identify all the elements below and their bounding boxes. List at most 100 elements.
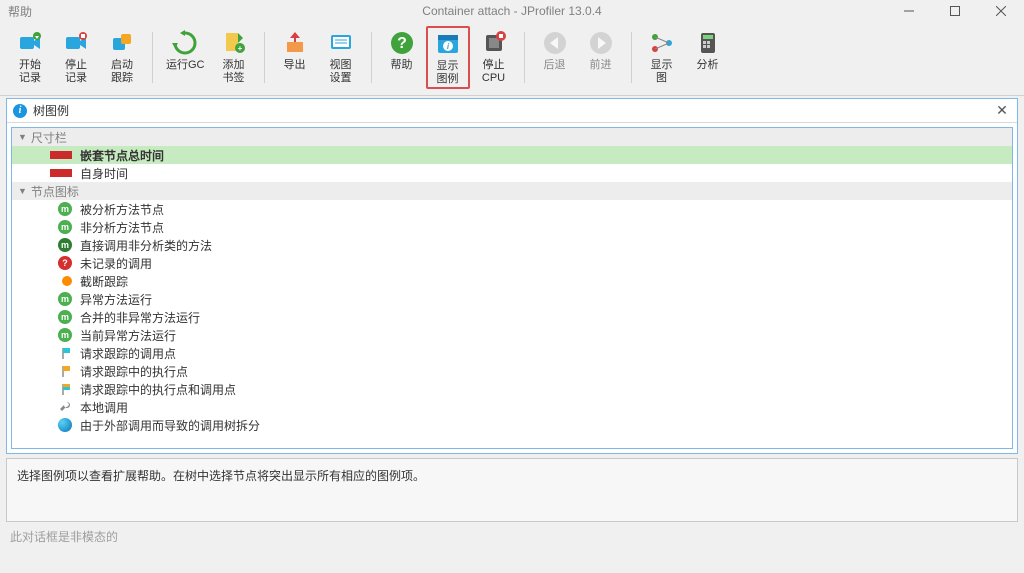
legend-panel-title: 树图例	[33, 102, 993, 119]
minimize-button[interactable]	[886, 0, 932, 22]
start-rec-button[interactable]: 开始 记录	[8, 26, 52, 89]
legend-row[interactable]: m非分析方法节点	[12, 218, 1012, 236]
m-green-icon: m	[36, 310, 80, 324]
m-green-icon: m	[36, 220, 80, 234]
legend-row[interactable]: 嵌套节点总时间	[12, 146, 1012, 164]
legend-label: 非分析方法节点	[80, 219, 164, 236]
legend-label: 自身时间	[80, 165, 128, 182]
legend-label: 请求跟踪中的执行点和调用点	[80, 381, 236, 398]
help-hint: 选择图例项以查看扩展帮助。在树中选择节点将突出显示所有相应的图例项。	[6, 458, 1018, 522]
tracker-icon	[108, 29, 136, 57]
toolbar-label: 启动 跟踪	[111, 59, 133, 84]
legend-row[interactable]: 请求跟踪中的执行点	[12, 362, 1012, 380]
legend-panel-body: ▼尺寸栏嵌套节点总时间自身时间▼节点图标m被分析方法节点m非分析方法节点m直接调…	[11, 127, 1013, 449]
bar-red-icon	[36, 169, 80, 177]
toolbar-label: 导出	[284, 59, 306, 72]
legend-row[interactable]: 本地调用	[12, 398, 1012, 416]
start-track-button[interactable]: 启动 跟踪	[100, 26, 144, 89]
legend-panel-header: i 树图例 ✕	[7, 99, 1017, 123]
status-bar: 此对话框是非模态的	[0, 526, 1024, 548]
legend-row[interactable]: m当前异常方法运行	[12, 326, 1012, 344]
show-legend-button[interactable]: i显示 图例	[426, 26, 470, 89]
toolbar-label: 分析	[697, 59, 719, 72]
legend-row[interactable]: m异常方法运行	[12, 290, 1012, 308]
dot-orange-icon	[36, 276, 80, 286]
legend-row[interactable]: 截断跟踪	[12, 272, 1012, 290]
stop-rec-button[interactable]: 停止 记录	[54, 26, 98, 89]
toolbar-separator	[371, 32, 372, 83]
legend-row[interactable]: m被分析方法节点	[12, 200, 1012, 218]
toolbar-label: 显示 图例	[437, 60, 459, 85]
export-button[interactable]: 导出	[273, 26, 317, 89]
collapse-icon: ▼	[18, 132, 27, 142]
forward-button: 前进	[579, 26, 623, 89]
legend-row[interactable]: 由于外部调用而导致的调用树拆分	[12, 416, 1012, 434]
legend-row[interactable]: ?未记录的调用	[12, 254, 1012, 272]
add-bookmark-button[interactable]: + 添加 书签	[212, 26, 256, 89]
legend-label: 请求跟踪的调用点	[80, 345, 176, 362]
window: 帮助 Container attach - JProfiler 13.0.4 开…	[0, 0, 1024, 573]
toolbar-separator	[631, 32, 632, 83]
legend-label: 异常方法运行	[80, 291, 152, 308]
toolbar-label: 前进	[590, 59, 612, 72]
flag-orange-icon	[36, 365, 80, 377]
m-green-dark-icon: m	[36, 238, 80, 252]
analyze-button[interactable]: 分析	[686, 26, 730, 89]
settings-icon	[327, 29, 355, 57]
toolbar-separator	[524, 32, 525, 83]
m-green-icon: m	[36, 292, 80, 306]
close-button[interactable]	[978, 0, 1024, 22]
info-win-icon: i	[434, 30, 462, 58]
show-graph-button[interactable]: 显示 图	[640, 26, 684, 89]
toolbar-label: 添加 书签	[223, 59, 245, 84]
run-gc-button[interactable]: 运行GC	[161, 26, 210, 89]
back-button: 后退	[533, 26, 577, 89]
legend-label: 当前异常方法运行	[80, 327, 176, 344]
toolbar-label: 显示 图	[651, 59, 673, 84]
legend-close-button[interactable]: ✕	[993, 102, 1011, 119]
legend-panel: i 树图例 ✕ ▼尺寸栏嵌套节点总时间自身时间▼节点图标m被分析方法节点m非分析…	[6, 98, 1018, 454]
legend-label: 未记录的调用	[80, 255, 152, 272]
stop-cpu-button[interactable]: 停止 CPU	[472, 26, 516, 89]
arrow-right-icon	[587, 29, 615, 57]
legend-label: 由于外部调用而导致的调用树拆分	[80, 417, 260, 434]
cpu-icon	[480, 29, 508, 57]
section-title: 尺寸栏	[31, 129, 67, 146]
section-header[interactable]: ▼ 尺寸栏	[12, 128, 1012, 146]
legend-label: 请求跟踪中的执行点	[80, 363, 188, 380]
legend-label: 被分析方法节点	[80, 201, 164, 218]
help-icon: ?	[388, 29, 416, 57]
toolbar-label: 运行GC	[166, 59, 205, 72]
menu-help[interactable]: 帮助	[8, 3, 32, 20]
legend-row[interactable]: m合并的非异常方法运行	[12, 308, 1012, 326]
svg-text:+: +	[237, 44, 242, 53]
recycle-icon	[171, 29, 199, 57]
cam-green-icon	[16, 29, 44, 57]
arrow-left-icon	[541, 29, 569, 57]
legend-row[interactable]: 自身时间	[12, 164, 1012, 182]
q-red-icon: ?	[36, 256, 80, 270]
toolbar-label: 停止 记录	[65, 59, 87, 84]
toolbar-label: 后退	[544, 59, 566, 72]
calc-icon	[694, 29, 722, 57]
legend-row[interactable]: 请求跟踪中的执行点和调用点	[12, 380, 1012, 398]
m-green-icon: m	[36, 202, 80, 216]
section-header[interactable]: ▼节点图标	[12, 182, 1012, 200]
graph-icon	[648, 29, 676, 57]
globe-icon	[36, 418, 80, 432]
toolbar-label: 视图 设置	[330, 59, 352, 84]
view-settings-button[interactable]: 视图 设置	[319, 26, 363, 89]
legend-label: 合并的非异常方法运行	[80, 309, 200, 326]
toolbar-label: 帮助	[391, 59, 413, 72]
legend-row[interactable]: m直接调用非分析类的方法	[12, 236, 1012, 254]
bookmark-icon: +	[220, 29, 248, 57]
toolbar-separator	[152, 32, 153, 83]
flag-cyan-icon	[36, 347, 80, 359]
maximize-button[interactable]	[932, 0, 978, 22]
legend-row[interactable]: 请求跟踪的调用点	[12, 344, 1012, 362]
help-button[interactable]: ? 帮助	[380, 26, 424, 89]
legend-label: 本地调用	[80, 399, 128, 416]
section-title: 节点图标	[31, 183, 79, 200]
toolbar-label: 开始 记录	[19, 59, 41, 84]
svg-text:?: ?	[397, 35, 407, 52]
